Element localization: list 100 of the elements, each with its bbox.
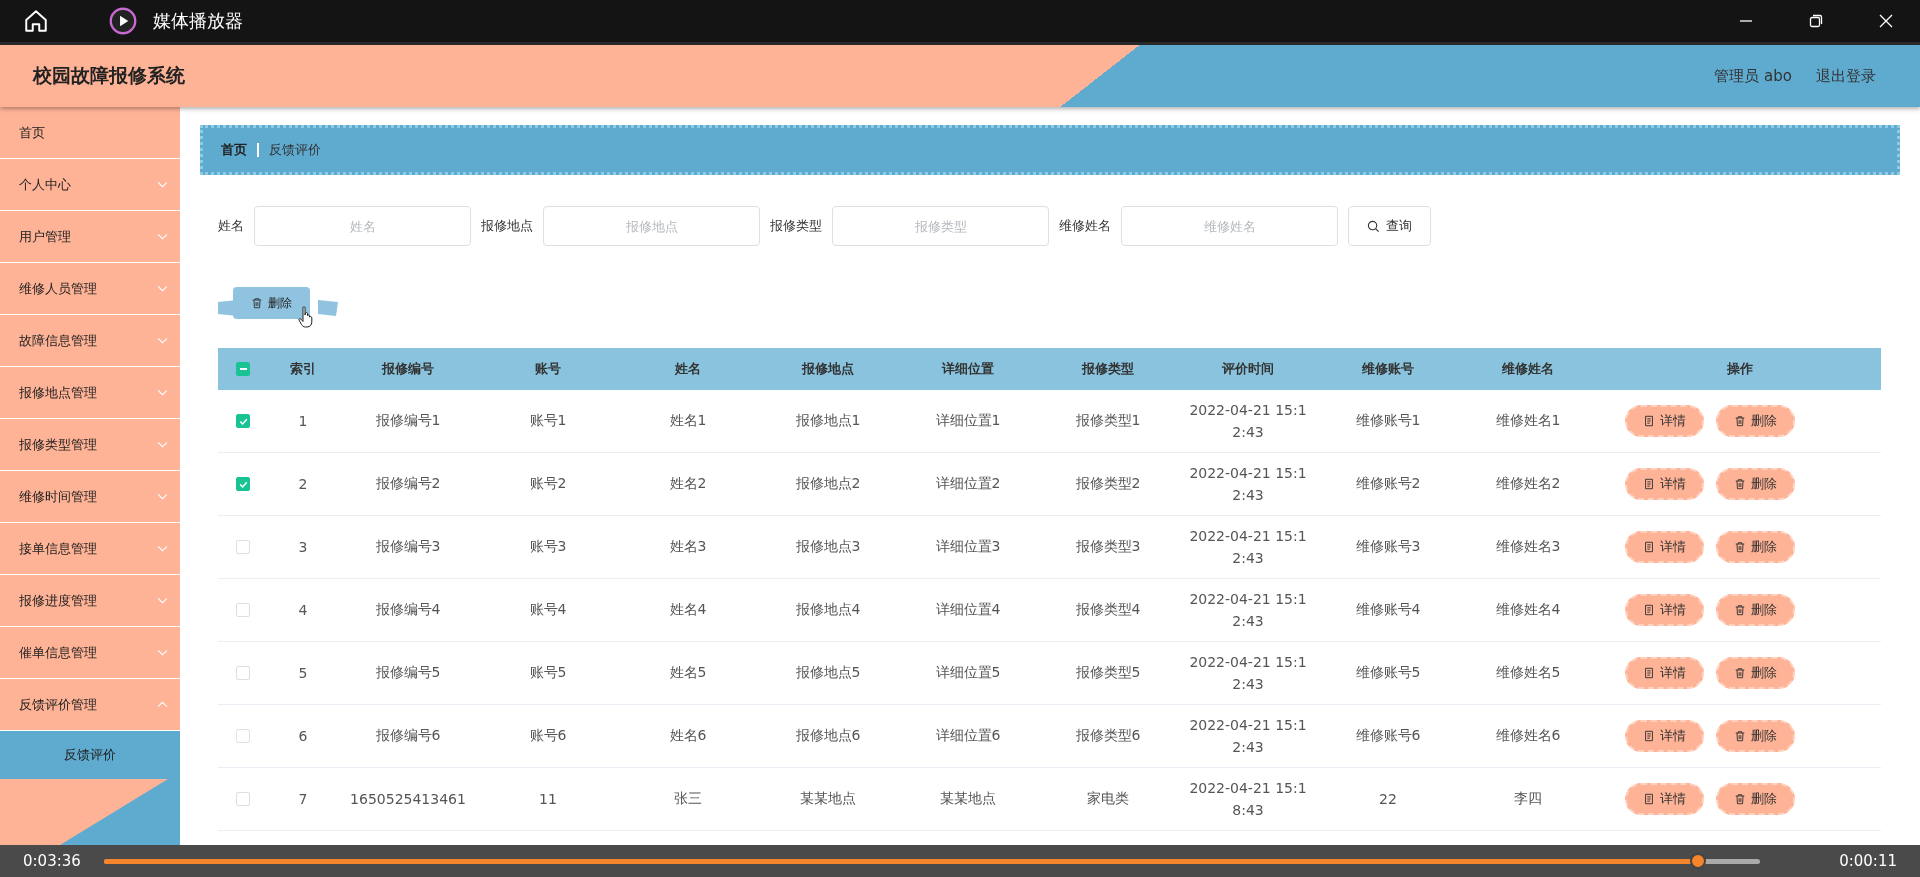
column-header: 维修姓名 [1501, 360, 1555, 378]
trash-icon [1733, 415, 1746, 427]
sidebar-item[interactable]: 维修时间管理 [0, 471, 180, 523]
table-cell: 维修账号4 [1355, 601, 1421, 619]
delete-row-button[interactable]: 删除 [1715, 531, 1795, 563]
breadcrumb-link[interactable]: 反馈评价 [269, 141, 321, 159]
table-cell: 家电类 [1087, 790, 1129, 808]
sidebar-item[interactable]: 报修地点管理 [0, 367, 180, 419]
table-cell: 报修地点1 [795, 412, 861, 430]
delete-button[interactable]: 删除 [233, 287, 310, 319]
chevron-icon [157, 337, 168, 344]
chevron-icon [157, 233, 168, 240]
table-cell: 6 [298, 728, 308, 744]
search-field[interactable]: 报修类型 [832, 206, 1049, 246]
row-checkbox[interactable] [236, 477, 250, 491]
chevron-icon [157, 493, 168, 500]
table-cell: 维修姓名6 [1495, 727, 1561, 745]
table-cell: 7 [298, 791, 308, 807]
restore-icon[interactable] [1808, 13, 1824, 29]
search-field[interactable]: 维修姓名 [1121, 206, 1338, 246]
delete-row-button[interactable]: 删除 [1715, 405, 1795, 437]
table-cell: 详细位置5 [935, 664, 1001, 682]
table-cell: 维修姓名4 [1495, 601, 1561, 619]
table-cell-text: 2022-04-21 15:12:43 [1188, 652, 1308, 694]
search-field[interactable]: 姓名 [254, 206, 471, 246]
table-cell: 3 [298, 539, 308, 555]
submenu-item[interactable]: 反馈评价 [0, 731, 180, 779]
column-header: 报修地点 [800, 360, 855, 378]
sidebar-item[interactable]: 催单信息管理 [0, 627, 180, 679]
trash-icon [1733, 667, 1746, 679]
sidebar-item[interactable]: 报修类型管理 [0, 419, 180, 471]
chevron-icon [157, 441, 168, 448]
table-cell: 详细位置3 [935, 538, 1001, 556]
table-cell: 姓名3 [669, 538, 707, 556]
table-cell: 报修类型2 [1075, 475, 1141, 493]
search-field[interactable]: 报修地点 [543, 206, 760, 246]
field-label: 报修类型 [770, 217, 822, 235]
field-label: 报修地点 [481, 217, 533, 235]
sidebar-item[interactable]: 首页 [0, 107, 180, 159]
table-cell: 账号5 [529, 664, 567, 682]
breadcrumb-link[interactable]: 首页 [221, 141, 247, 159]
table-cell-text: 2022-04-21 15:12:43 [1188, 400, 1308, 442]
field-label: 维修姓名 [1059, 217, 1111, 235]
delete-row-button[interactable]: 删除 [1715, 783, 1795, 815]
table-cell-text: 2022-04-21 15:12:43 [1188, 715, 1308, 757]
table-cell: 1650525413461 [350, 791, 466, 807]
table-cell: 账号2 [529, 475, 567, 493]
play-logo-icon [109, 7, 137, 35]
table-cell: 姓名1 [669, 412, 707, 430]
table-cell: 报修地点4 [795, 601, 861, 619]
table-cell: 2 [298, 476, 308, 492]
delete-row-button[interactable]: 删除 [1715, 594, 1795, 626]
table-cell: 李四 [1514, 790, 1542, 808]
sidebar-item[interactable]: 维修人员管理 [0, 263, 180, 315]
details-button[interactable]: 详情 [1624, 594, 1704, 626]
sidebar-item[interactable]: 个人中心 [0, 159, 180, 211]
details-button[interactable]: 详情 [1624, 657, 1704, 689]
table-cell: 详细位置6 [935, 727, 1001, 745]
window-title: 媒体播放器 [153, 9, 243, 33]
table-cell: 1 [298, 413, 308, 429]
document-icon [1642, 478, 1655, 490]
delete-row-button[interactable]: 删除 [1715, 657, 1795, 689]
seek-thumb[interactable] [1690, 853, 1707, 869]
seek-slider[interactable] [103, 853, 1761, 869]
document-icon [1642, 415, 1655, 427]
row-checkbox[interactable] [236, 414, 250, 428]
header-checkbox[interactable] [236, 362, 250, 376]
sidebar-item[interactable]: 用户管理 [0, 211, 180, 263]
table-cell: 维修姓名1 [1495, 412, 1561, 430]
table-cell: 报修类型3 [1075, 538, 1141, 556]
table-cell: 账号3 [529, 538, 567, 556]
table-cell: 报修类型1 [1075, 412, 1141, 430]
details-button[interactable]: 详情 [1624, 468, 1704, 500]
table-cell-text: 2022-04-21 15:12:43 [1188, 589, 1308, 631]
table-cell: 账号1 [529, 412, 567, 430]
table-cell: 姓名2 [669, 475, 707, 493]
sidebar-item[interactable]: 接单信息管理 [0, 523, 180, 575]
delete-row-button[interactable]: 删除 [1715, 720, 1795, 752]
chevron-icon [157, 701, 168, 708]
column-header: 操作 [1725, 360, 1754, 378]
document-icon [1642, 541, 1655, 553]
logout-link[interactable]: 退出登录 [1816, 66, 1876, 86]
sidebar-item[interactable]: 报修进度管理 [0, 575, 180, 627]
details-button[interactable]: 详情 [1624, 783, 1704, 815]
trash-icon [1733, 541, 1746, 553]
home-icon[interactable] [23, 8, 49, 34]
table-cell: 报修编号5 [375, 664, 441, 682]
field-label: 姓名 [218, 217, 244, 235]
delete-row-button[interactable]: 删除 [1715, 468, 1795, 500]
details-button[interactable]: 详情 [1624, 405, 1704, 437]
table-cell: 报修类型6 [1075, 727, 1141, 745]
sidebar-item[interactable]: 故障信息管理 [0, 315, 180, 367]
details-button[interactable]: 详情 [1624, 531, 1704, 563]
close-icon[interactable] [1878, 13, 1894, 29]
table-cell: 维修姓名3 [1495, 538, 1561, 556]
table-cell: 报修编号4 [375, 601, 441, 619]
table-cell: 报修编号3 [375, 538, 441, 556]
trash-icon [1733, 604, 1746, 616]
details-button[interactable]: 详情 [1624, 720, 1704, 752]
search-button[interactable]: 查询 [1348, 206, 1431, 246]
